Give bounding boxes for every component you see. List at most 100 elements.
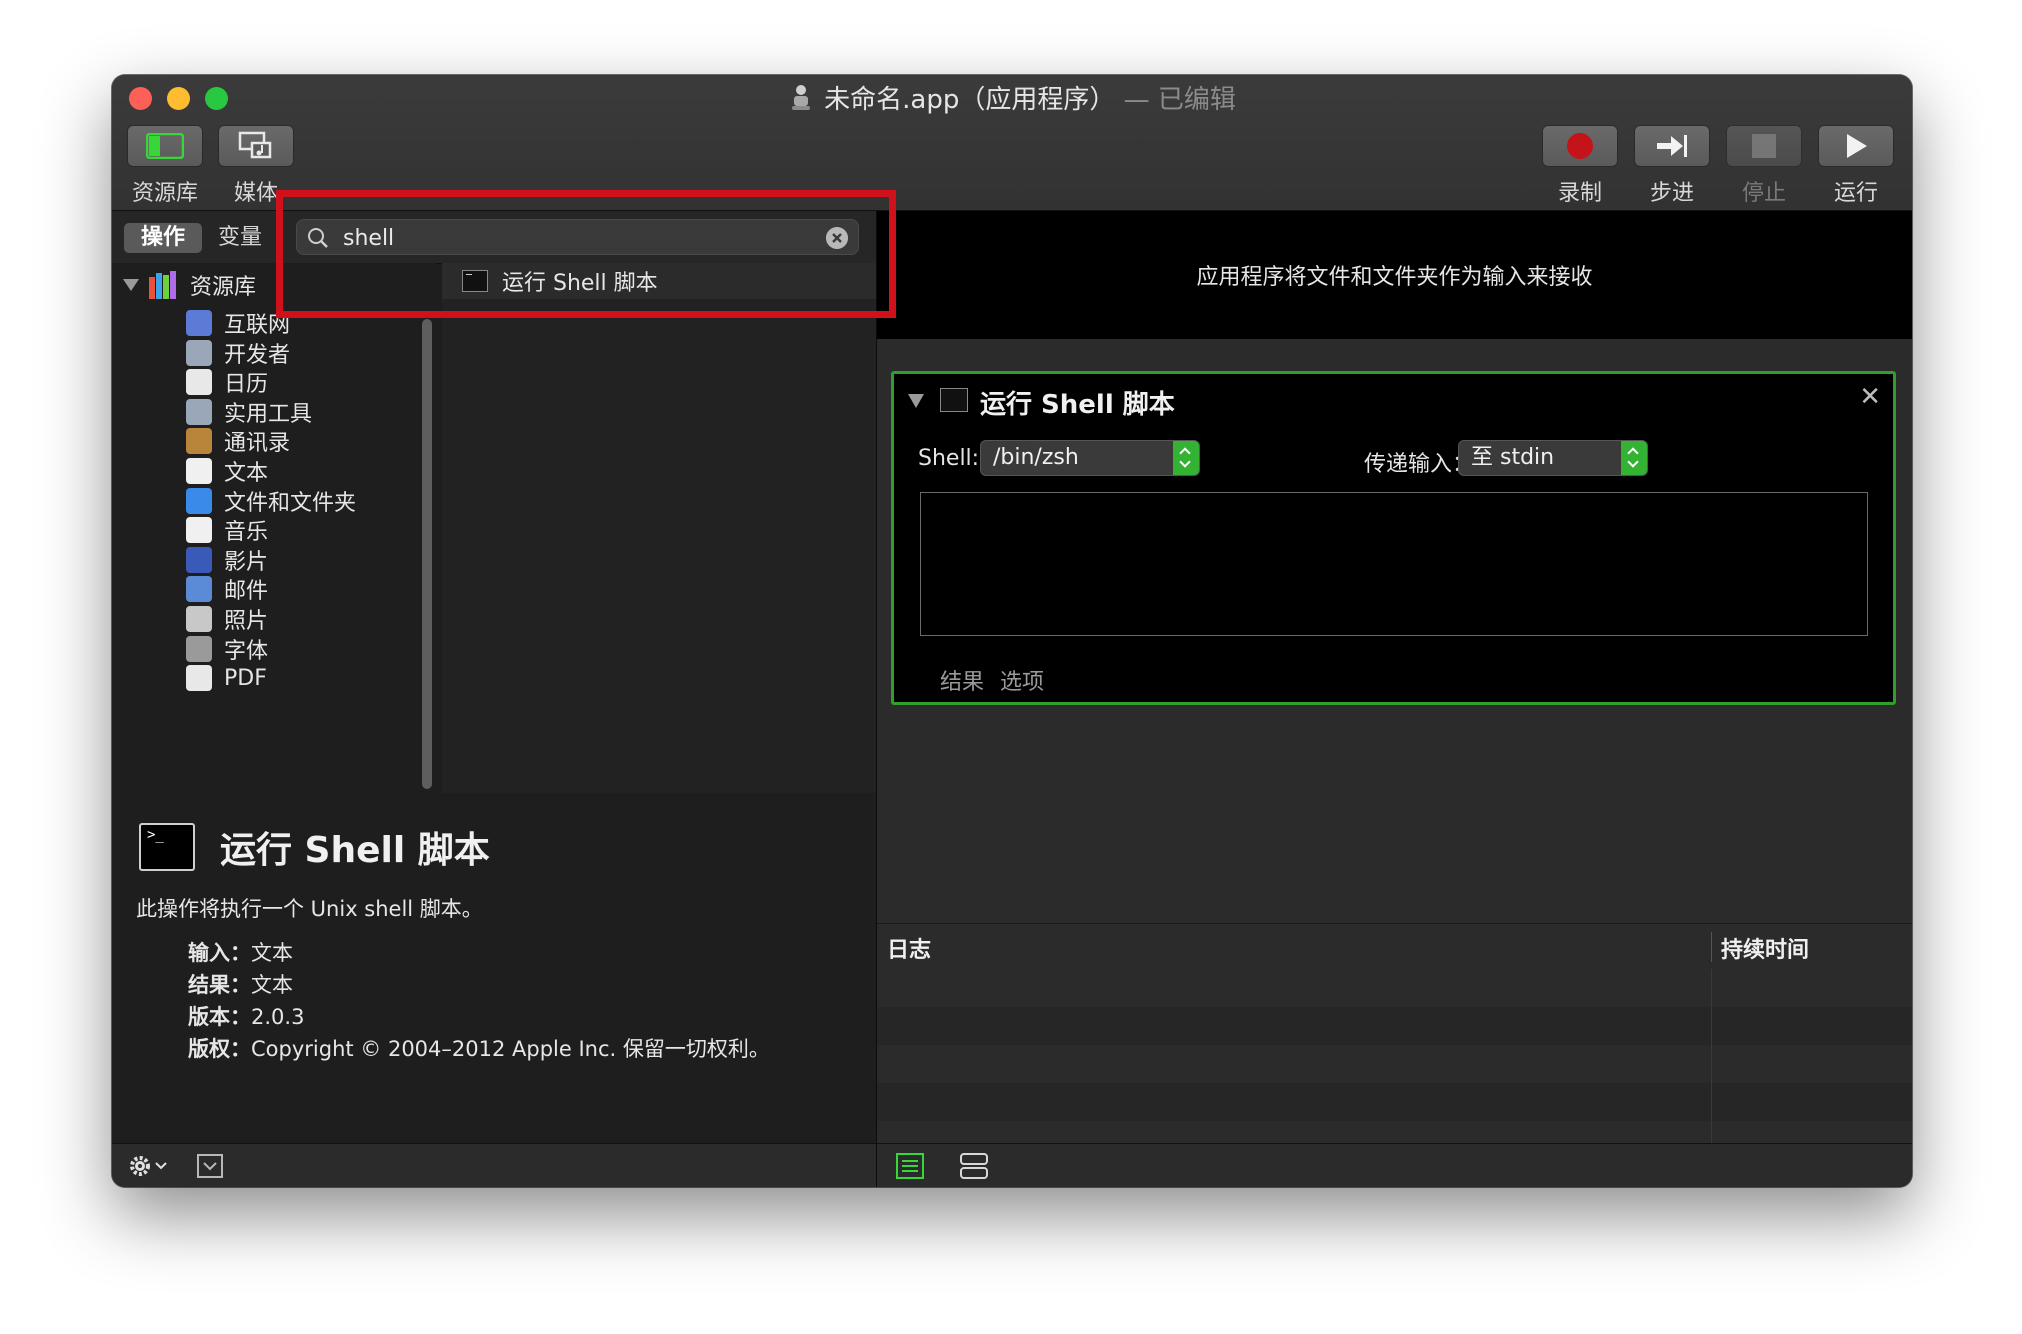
action-description-title: 运行 Shell 脚本 (220, 830, 490, 871)
calendar-icon (186, 369, 212, 396)
library-bottom-bar (112, 1143, 876, 1187)
sidebar-item-label: 文本 (224, 461, 269, 486)
gear-icon[interactable] (128, 1153, 170, 1179)
font-icon (186, 635, 212, 662)
sidebar-item[interactable]: 开发者 (186, 337, 290, 369)
automator-robot-icon (792, 85, 811, 110)
stop-label: 停止 (1741, 181, 1786, 206)
log-row (877, 1083, 1912, 1121)
contacts-icon (186, 428, 212, 455)
library-pane: 操作 变量 shell 资源库 互联网 开发者 日历 实用工具 通讯录 文本 文… (112, 211, 876, 1145)
action-title: 运行 Shell 脚本 (980, 390, 1175, 420)
annotation-highlight-box (276, 190, 896, 318)
music-icon (186, 517, 212, 544)
run-button[interactable] (1818, 125, 1894, 167)
duration-column-header[interactable]: 持续时间 (1721, 932, 1809, 964)
step-button[interactable] (1634, 125, 1710, 167)
shell-popup[interactable]: /bin/zsh (980, 440, 1200, 476)
window-title: 未命名.app（应用程序） — 已编辑 (112, 83, 1912, 117)
library-toggle-label: 资源库 (131, 181, 198, 206)
library-scrollbar[interactable] (422, 319, 432, 789)
tab-variables[interactable]: 变量 (218, 223, 262, 253)
media-icon (238, 131, 272, 159)
script-editor[interactable] (920, 492, 1868, 636)
log-column-header[interactable]: 日志 (887, 932, 931, 964)
record-icon (1567, 133, 1593, 159)
step-label: 步进 (1649, 181, 1694, 206)
tab-options[interactable]: 选项 (1000, 664, 1044, 696)
mail-icon (186, 576, 212, 603)
action-input-info: 输入：文本 (188, 941, 293, 965)
sidebar-item[interactable]: 照片 (186, 603, 268, 635)
action-description-text: 此操作将执行一个 Unix shell 脚本。 (136, 897, 483, 921)
library-root-label: 资源库 (190, 275, 257, 300)
sidebar-item[interactable]: 实用工具 (186, 396, 312, 428)
stop-button[interactable] (1726, 125, 1802, 167)
log-bottom-bar (877, 1143, 1912, 1187)
sidebar-item[interactable]: 互联网 (186, 307, 290, 339)
sidebar-item[interactable]: 日历 (186, 366, 268, 398)
action-result-info: 结果：文本 (188, 973, 293, 997)
log-row (877, 1121, 1912, 1143)
library-icon (149, 271, 176, 299)
tools-icon (186, 339, 212, 366)
action-description-panel: >_ 运行 Shell 脚本 此操作将执行一个 Unix shell 脚本。 输… (112, 797, 876, 1145)
sidebar-item[interactable]: 文件和文件夹 (186, 485, 356, 517)
sidebar-item-label: 照片 (224, 609, 269, 634)
workflow-input-banner: 应用程序将文件和文件夹作为输入来接收 (877, 211, 1912, 339)
sidebar-item[interactable]: 文本 (186, 455, 268, 487)
chevron-updown-icon (1621, 441, 1647, 475)
library-root-item[interactable]: 资源库 (122, 269, 256, 301)
sidebar-item[interactable]: 字体 (186, 633, 268, 665)
sidebar-item-label: 通讯录 (224, 431, 291, 457)
run-shell-script-action[interactable]: 运行 Shell 脚本 ✕ Shell: /bin/zsh 传递输入： 至 st… (891, 371, 1896, 705)
log-row (877, 969, 1912, 1007)
sidebar-item-label: 日历 (224, 372, 269, 398)
log-header: 日志 持续时间 (877, 923, 1912, 971)
action-copyright-info: 版权：Copyright © 2004–2012 Apple Inc. 保留一切… (188, 1037, 770, 1061)
action-results-list: 运行 Shell 脚本 (442, 263, 876, 793)
shell-popup-value: /bin/zsh (993, 445, 1079, 470)
step-icon (1657, 135, 1687, 157)
log-row (877, 1007, 1912, 1045)
sidebar-item-label: 音乐 (224, 520, 269, 546)
photos-icon (186, 606, 212, 632)
tab-actions[interactable]: 操作 (124, 223, 202, 253)
sidebar-item[interactable]: 通讯录 (186, 425, 290, 457)
chevron-updown-icon (1173, 441, 1199, 475)
close-icon[interactable]: ✕ (1859, 382, 1881, 412)
library-toggle-button[interactable] (127, 125, 203, 167)
variables-view-icon[interactable] (959, 1152, 989, 1180)
sidebar-item-label: 实用工具 (224, 401, 313, 427)
sidebar-item[interactable]: PDF (186, 662, 267, 694)
sidebar-item-label: 影片 (224, 549, 269, 575)
sidebar-item[interactable]: 邮件 (186, 573, 268, 605)
sidebar-item-label: PDF (224, 665, 267, 691)
terminal-icon (940, 388, 968, 412)
tools-icon (186, 398, 212, 425)
log-view-icon[interactable] (895, 1152, 925, 1180)
movie-icon (186, 546, 212, 573)
record-button[interactable] (1542, 125, 1618, 167)
workflow-pane: 应用程序将文件和文件夹作为输入来接收 运行 Shell 脚本 ✕ Shell: … (877, 211, 1912, 1143)
shell-label: Shell: (918, 446, 980, 471)
globe-icon (186, 310, 212, 336)
sidebar-item-label: 邮件 (224, 579, 269, 605)
pass-input-popup[interactable]: 至 stdin (1458, 440, 1648, 476)
sidebar-item[interactable]: 影片 (186, 544, 268, 576)
sidebar-item[interactable]: 音乐 (186, 514, 268, 546)
record-label: 录制 (1557, 181, 1602, 206)
log-row (877, 1045, 1912, 1083)
play-icon (1847, 134, 1867, 158)
pass-input-popup-value: 至 stdin (1471, 445, 1555, 470)
library-category-list: 资源库 互联网 开发者日历实用工具通讯录文本 文件和文件夹音乐影片邮件照片 字体 PDF (112, 263, 436, 793)
media-button[interactable] (218, 125, 294, 167)
tab-results[interactable]: 结果 (940, 664, 984, 696)
run-label: 运行 (1833, 181, 1878, 206)
disclosure-triangle-icon[interactable] (122, 278, 140, 292)
show-description-icon[interactable] (196, 1153, 224, 1179)
collapse-triangle-icon[interactable] (908, 394, 924, 408)
action-version-info: 版本：2.0.3 (188, 1005, 305, 1029)
sidebar-icon (146, 133, 184, 159)
column-separator[interactable] (1711, 932, 1712, 962)
